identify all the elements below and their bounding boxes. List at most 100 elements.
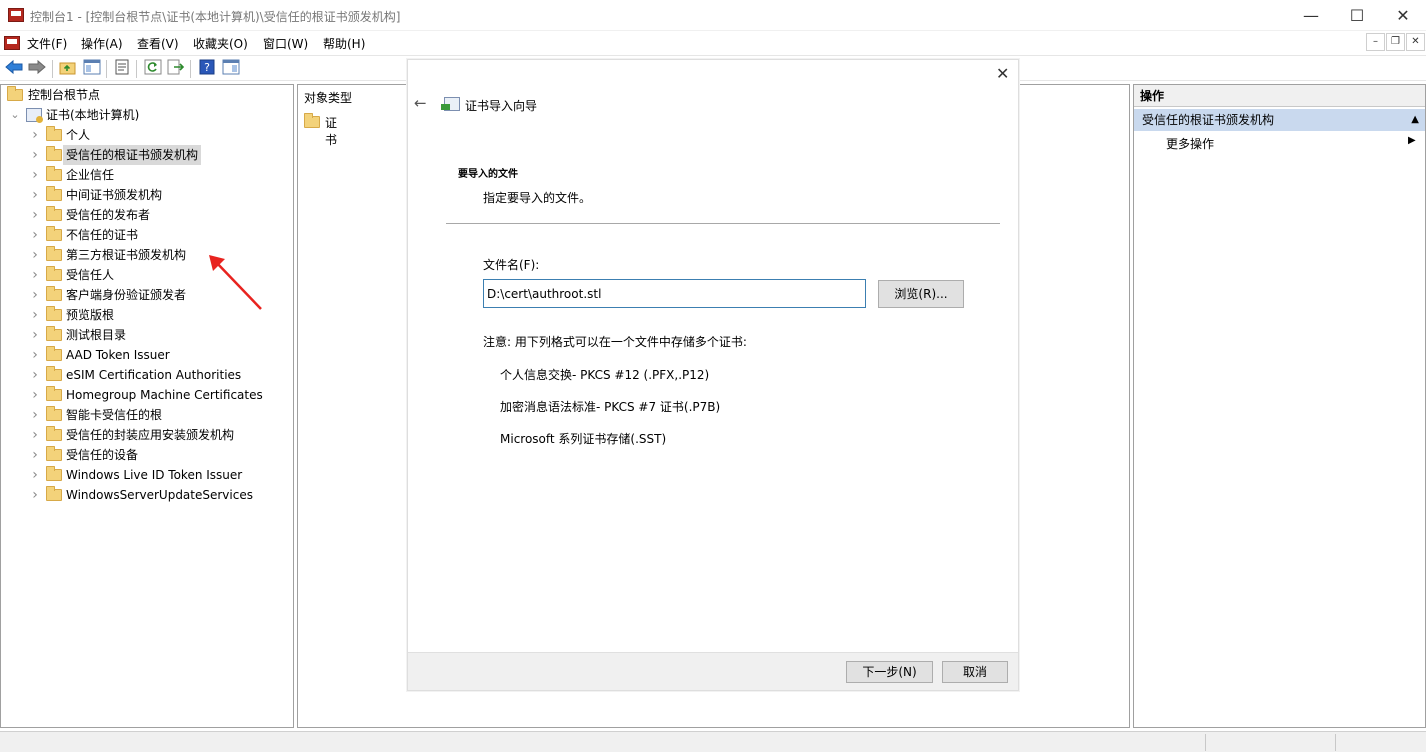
mdi-minimize-button[interactable]: – [1366,33,1385,51]
menu-action[interactable]: 操作(A) [81,35,123,52]
folder-icon [46,306,62,321]
folder-icon [46,466,62,481]
chevron-right-icon[interactable]: › [29,285,41,305]
chevron-right-icon[interactable]: › [29,125,41,145]
chevron-right-icon[interactable]: › [29,465,41,485]
tree-item-label: 测试根目录 [66,328,127,342]
chevron-right-icon[interactable]: › [29,265,41,285]
folder-icon [46,366,62,381]
status-bar [0,731,1426,752]
tree-item-label: 个人 [66,128,91,142]
chevron-right-icon[interactable]: › [29,445,41,465]
browse-button[interactable]: 浏览(R)... [878,280,964,308]
annotation-arrow-icon [209,255,262,310]
console-tree-pane: 控制台根节点 ⌄ 证书(本地计算机) › 个人 › 受信任的根证书颁发机构 › 企业信任 ›… [0,84,294,728]
tree-item-label: Homegroup Machine Certificates [66,388,263,402]
refresh-icon[interactable] [143,59,163,79]
filename-input[interactable] [483,279,866,308]
tree-item-label: 智能卡受信任的根 [66,408,163,422]
close-window-button[interactable]: ✕ [1380,0,1426,31]
back-arrow-icon[interactable]: ← [414,94,427,112]
chevron-down-icon[interactable]: ⌄ [9,105,21,125]
chevron-right-icon[interactable]: › [29,245,41,265]
chevron-right-icon[interactable]: › [29,425,41,445]
mdi-restore-button[interactable]: ❐ [1386,33,1405,51]
mmc-app-icon [8,8,24,22]
tree-item-label: 受信任的发布者 [66,208,151,222]
folder-icon [46,146,62,161]
folder-icon [46,386,62,401]
tree-item-label: AAD Token Issuer [66,348,170,362]
column-header-object-type[interactable]: 对象类型 [304,89,352,106]
actions-pane: 操作 受信任的根证书颁发机构 ▲ 更多操作 ▶ [1133,84,1426,728]
menu-file[interactable]: 文件(F) [27,35,67,52]
tree-item-label: Windows Live ID Token Issuer [66,468,243,482]
actions-group-trusted-root[interactable]: 受信任的根证书颁发机构 ▲ [1134,109,1425,131]
menu-bar: 文件(F) 操作(A) 查看(V) 收藏夹(O) 窗口(W) 帮助(H) [0,31,1426,55]
collapse-up-icon[interactable]: ▲ [1411,109,1419,131]
chevron-right-icon[interactable]: › [29,385,41,405]
show-hide-tree-icon[interactable] [82,59,102,79]
help-icon[interactable]: ? [197,59,217,79]
chevron-right-icon[interactable]: › [29,345,41,365]
export-list-icon[interactable] [166,59,186,79]
menu-help[interactable]: 帮助(H) [323,35,365,52]
folder-icon [46,206,62,221]
mdi-close-button[interactable]: ✕ [1406,33,1425,51]
wizard-close-button[interactable]: ✕ [996,64,1009,83]
format-pfx: 个人信息交换- PKCS #12 (.PFX,.P12) [500,368,710,382]
wizard-subtitle: 指定要导入的文件。 [483,191,592,205]
tree-item-label: 受信任人 [66,268,115,282]
folder-icon [46,226,62,241]
chevron-right-icon[interactable]: › [29,365,41,385]
tree-item-label: 预览版根 [66,308,115,322]
minimize-button[interactable]: — [1288,0,1334,31]
properties-icon[interactable] [112,59,132,79]
folder-icon [46,126,62,141]
folder-icon [46,446,62,461]
chevron-right-icon[interactable]: › [29,205,41,225]
chevron-right-icon[interactable]: › [29,185,41,205]
certificate-import-wizard: ✕ ← 证书导入向导 要导入的文件 指定要导入的文件。 文件名(F): 浏览(R… [407,59,1019,691]
format-p7b: 加密消息语法标准- PKCS #7 证书(.P7B) [500,400,721,414]
menu-favorites[interactable]: 收藏夹(O) [193,35,248,52]
divider [446,223,1000,224]
folder-icon [46,326,62,341]
chevron-right-icon[interactable]: › [29,485,41,505]
chevron-right-icon[interactable]: › [29,145,41,165]
folder-icon [46,266,62,281]
tree-item-label: 不信任的证书 [66,228,139,242]
wizard-title: 证书导入向导 [465,99,538,113]
chevron-right-icon[interactable]: › [29,225,41,245]
chevron-right-icon[interactable]: › [29,165,41,185]
certificate-wizard-icon [441,97,460,111]
format-sst: Microsoft 系列证书存储(.SST) [500,432,667,446]
show-hide-action-pane-icon[interactable] [221,59,241,79]
back-icon[interactable] [4,59,24,79]
up-folder-icon[interactable] [58,59,78,79]
chevron-right-icon[interactable]: › [29,325,41,345]
folder-icon [46,406,62,421]
document-icon[interactable] [4,36,20,50]
cancel-button[interactable]: 取消 [942,661,1008,683]
folder-icon [46,246,62,261]
filename-label: 文件名(F): [483,258,540,272]
actions-header: 操作 [1134,85,1425,107]
tree-item-label: 企业信任 [66,168,115,182]
tree-item-label: 客户端身份验证颁发者 [66,288,187,302]
chevron-right-icon[interactable]: › [29,305,41,325]
folder-icon [46,346,62,361]
more-actions-item[interactable]: 更多操作 [1166,135,1214,152]
title-bar: 控制台1 - [控制台根节点\证书(本地计算机)\受信任的根证书颁发机构] — … [0,0,1426,31]
tree-item-label: 受信任的设备 [66,448,139,462]
chevron-right-icon[interactable]: › [29,405,41,425]
forward-icon[interactable] [27,59,47,79]
certificate-store-icon [26,108,43,123]
menu-window[interactable]: 窗口(W) [263,35,308,52]
next-button[interactable]: 下一步(N) [846,661,933,683]
tree-item-label: 受信任的根证书颁发机构 [63,145,202,165]
folder-icon [7,86,23,101]
tree-item-label: WindowsServerUpdateServices [66,488,253,502]
maximize-button[interactable]: ☐ [1334,0,1380,31]
menu-view[interactable]: 查看(V) [137,35,179,52]
